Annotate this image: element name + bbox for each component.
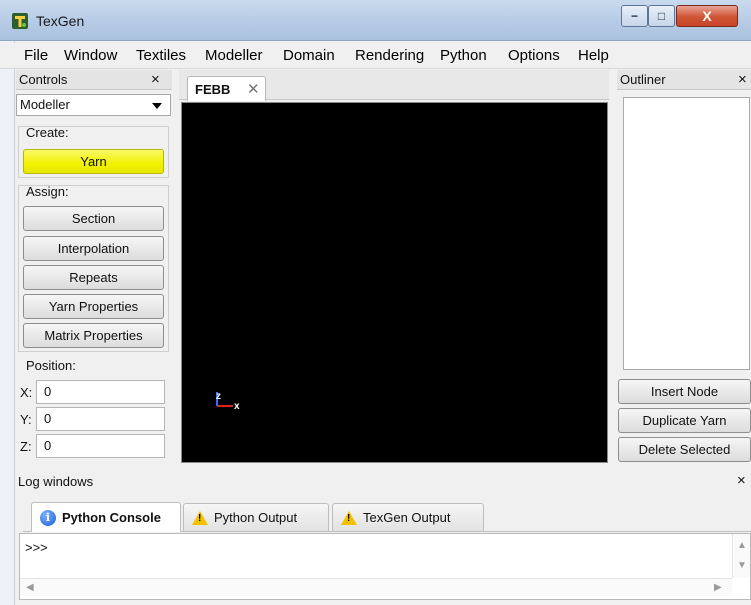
window-title: TexGen [36,13,85,29]
tab-texgen-output[interactable]: ! TexGen Output [332,503,484,531]
section-button-label: Section [71,211,116,226]
render-viewport[interactable] [181,102,608,463]
warning-icon: ! [341,510,357,525]
menu-python[interactable]: Python [440,47,487,64]
log-close-icon[interactable]: × [737,472,746,489]
warning-icon: ! [192,510,208,525]
duplicate-yarn-label: Duplicate Yarn [642,413,727,428]
maximize-button[interactable]: □ [648,5,675,27]
close-icon: X [702,8,712,24]
y-position-field[interactable]: 0 [36,407,165,431]
z-axis-label: z [216,391,221,402]
scroll-down-icon[interactable]: ▼ [737,560,747,571]
repeats-button[interactable]: Repeats [23,265,164,290]
tab-python-output[interactable]: ! Python Output [183,503,329,531]
controls-title: Controls [16,70,172,90]
log-windows-header: Log windows × [15,471,751,493]
console-vertical-scrollbar[interactable]: ▲ ▼ [732,534,750,578]
info-icon: i [40,509,56,526]
axes-orientation-widget: z x [211,386,245,412]
outliner-close-icon[interactable]: × [738,70,747,90]
x-label: X: [20,385,33,400]
scroll-left-icon[interactable]: ◀ [26,582,34,593]
create-label: Create: [26,125,69,140]
scroll-right-icon[interactable]: ▶ [714,582,722,593]
maximize-icon: □ [657,9,666,23]
z-label: Z: [20,439,32,454]
menu-help[interactable]: Help [578,47,609,64]
texgen-app-icon [11,12,29,30]
assign-label: Assign: [26,184,69,199]
scroll-up-icon[interactable]: ▲ [737,540,747,551]
x-position-field[interactable]: 0 [36,380,165,404]
matrix-properties-button[interactable]: Matrix Properties [23,323,164,348]
menu-options[interactable]: Options [508,47,560,64]
tab-febb-label: FEBB [195,82,231,97]
position-label: Position: [26,358,76,373]
yarn-properties-button-label: Yarn Properties [48,299,139,314]
outliner-tree[interactable] [623,97,750,370]
tab-python-output-label: Python Output [214,510,298,525]
console-prompt: >>> [25,540,48,555]
interpolation-button[interactable]: Interpolation [23,236,164,261]
insert-node-label: Insert Node [650,384,719,399]
x-axis-label: x [234,401,240,412]
duplicate-yarn-button[interactable]: Duplicate Yarn [618,408,751,433]
menu-textiles[interactable]: Textiles [136,47,186,64]
create-yarn-button[interactable]: Yarn [23,149,164,174]
chevron-down-icon [152,103,162,109]
minimize-button[interactable]: − [621,5,648,27]
section-button[interactable]: Section [23,206,164,231]
delete-selected-label: Delete Selected [638,442,731,457]
delete-selected-button[interactable]: Delete Selected [618,437,751,462]
menu-modeller[interactable]: Modeller [205,47,263,64]
minimize-icon: − [630,9,638,23]
yarn-properties-button[interactable]: Yarn Properties [23,294,164,319]
menu-domain[interactable]: Domain [283,47,335,64]
repeats-button-label: Repeats [69,270,118,285]
z-position-field[interactable]: 0 [36,434,165,458]
log-windows-title: Log windows [18,474,94,489]
outliner-title: Outliner [617,70,751,90]
insert-node-button[interactable]: Insert Node [618,379,751,404]
console-horizontal-scrollbar[interactable]: ◀ ▶ [20,578,732,596]
mode-select[interactable]: Modeller [16,94,171,116]
yarn-button-label: Yarn [80,154,107,169]
window-left-edge [0,41,15,605]
tab-python-console-label: Python Console [62,510,161,525]
y-label: Y: [20,412,32,427]
menu-window[interactable]: Window [64,47,117,64]
tab-texgen-output-label: TexGen Output [363,510,451,525]
tab-python-console[interactable]: i Python Console [31,502,181,532]
close-window-button[interactable]: X [676,5,738,27]
matrix-properties-button-label: Matrix Properties [44,328,143,343]
menu-file[interactable]: File [24,47,48,64]
controls-close-icon[interactable]: × [151,70,160,90]
tab-close-icon[interactable]: ✕ [247,80,260,98]
menu-rendering[interactable]: Rendering [355,47,424,64]
interpolation-button-label: Interpolation [57,241,130,256]
